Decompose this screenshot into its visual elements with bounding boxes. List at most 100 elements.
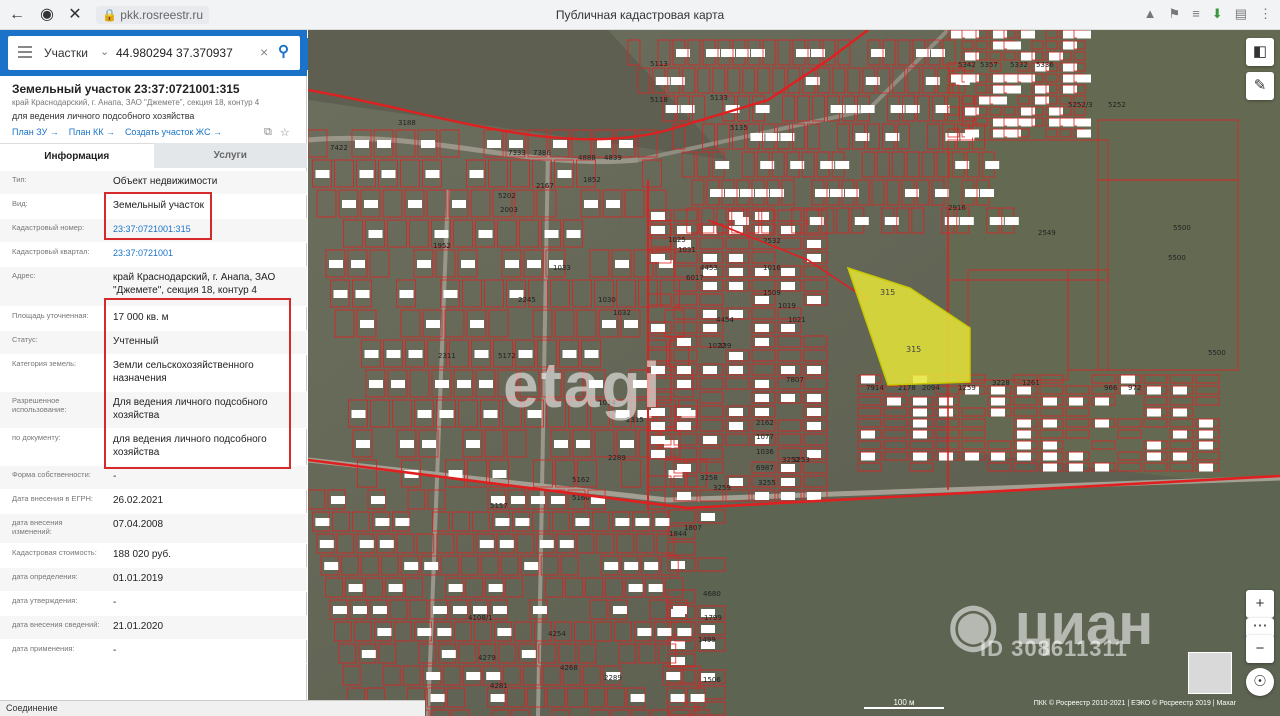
parcel-number: 2311 bbox=[438, 352, 456, 360]
menu-icon[interactable]: ≡ bbox=[1192, 6, 1200, 22]
tab-services[interactable]: Услуги bbox=[153, 143, 307, 168]
plan-kk-link[interactable]: План КК → bbox=[69, 127, 115, 137]
parcel-number-bg bbox=[486, 672, 501, 680]
parcel-number-bg bbox=[1004, 217, 1019, 225]
parcel-number-bg bbox=[887, 397, 901, 406]
chevron-down-icon[interactable]: ⌄ bbox=[100, 45, 109, 58]
parcel-number-bg bbox=[531, 496, 545, 504]
table-row: Дата внесения в ЕГРН: 26.02.2021 bbox=[0, 490, 307, 514]
create-parcel-link[interactable]: Создать участок ЖС → bbox=[125, 127, 222, 137]
parcel-number-bg bbox=[584, 200, 598, 208]
map-canvas[interactable]: 5113 5118 5133 5135 5342 5357 5332 5336 5252/3 52… bbox=[308, 30, 1280, 716]
parcel-number-bg bbox=[1173, 452, 1187, 461]
search-bar: Участки ⌄ × ⚲ bbox=[0, 30, 307, 76]
parcel-number-bg bbox=[424, 562, 439, 570]
parcel-number-bg bbox=[400, 440, 414, 448]
parcel-number-bg bbox=[474, 350, 489, 358]
search-type-select[interactable]: Участки bbox=[44, 46, 88, 60]
translate-icon[interactable]: ▲ bbox=[1144, 6, 1157, 22]
parcel-number-bg bbox=[461, 260, 475, 268]
parcel-number: 1014 bbox=[598, 399, 616, 407]
search-input[interactable] bbox=[114, 43, 264, 63]
parcel-number-bg bbox=[483, 410, 498, 418]
parcel-number-bg bbox=[351, 260, 365, 268]
parcel-number-bg bbox=[755, 105, 770, 113]
parcel-number-bg bbox=[417, 260, 431, 268]
parcel-number: 3255 bbox=[758, 479, 776, 487]
parcel-number-bg bbox=[576, 440, 590, 448]
parcel-number: 5157 bbox=[490, 502, 508, 510]
star-icon[interactable]: ☆ bbox=[280, 126, 290, 139]
hamburger-icon[interactable] bbox=[18, 46, 32, 58]
back-icon[interactable]: ← bbox=[6, 5, 28, 25]
parcel-number-bg bbox=[677, 366, 691, 374]
minimap[interactable] bbox=[1188, 652, 1232, 694]
parcel-number-bg bbox=[1063, 85, 1077, 94]
parcel-number: 1509 bbox=[763, 289, 781, 297]
parcel-number-bg bbox=[379, 540, 394, 548]
parcel-number-bg bbox=[1077, 118, 1091, 127]
info-panel: Участки ⌄ × ⚲ ‹ Земельный участок 23:37:… bbox=[0, 30, 319, 716]
parcel-number-bg bbox=[633, 380, 647, 388]
parcel-number: 7386 bbox=[533, 149, 551, 157]
parcel-number-bg bbox=[527, 410, 542, 418]
parcel-number-bg bbox=[835, 161, 850, 169]
parcel-number-bg bbox=[993, 85, 1007, 94]
parcel-number-bg bbox=[666, 672, 681, 680]
extensions-icon[interactable]: ▤ bbox=[1235, 6, 1247, 22]
layers-icon[interactable]: ◧ bbox=[1246, 38, 1274, 66]
stop-icon[interactable]: ✕ bbox=[64, 5, 86, 25]
zoom-out-button[interactable]: − bbox=[1246, 635, 1274, 663]
parcel-number-bg bbox=[355, 140, 369, 148]
object-purpose: для ведения личного подсобного хозяйства bbox=[12, 111, 195, 121]
parcel-number-bg bbox=[1199, 419, 1213, 428]
parcel-number: 1032 bbox=[613, 309, 631, 317]
parcel-number-bg bbox=[315, 170, 330, 178]
parcel-number: 1506 bbox=[703, 676, 721, 684]
forward-icon[interactable]: ◉ bbox=[36, 5, 58, 25]
copy-icon[interactable]: ⧉ bbox=[264, 126, 272, 139]
parcel-number-bg bbox=[755, 394, 769, 402]
locate-icon[interactable]: ☉ bbox=[1246, 668, 1274, 696]
cadastral-map[interactable]: 5113 5118 5133 5135 5342 5357 5332 5336 5252/3 52… bbox=[308, 30, 1280, 716]
parcel-number-bg bbox=[1007, 85, 1021, 94]
parcel-number: 4279 bbox=[478, 654, 496, 662]
highlight-box bbox=[104, 298, 291, 469]
more-icon[interactable]: ⋮ bbox=[1259, 6, 1272, 22]
parcel-number-bg bbox=[452, 200, 466, 208]
parcel-number: 972 bbox=[1128, 384, 1141, 392]
parcel-number-bg bbox=[1043, 452, 1057, 461]
clear-icon[interactable]: × bbox=[260, 44, 268, 60]
parcel-number-bg bbox=[331, 496, 345, 504]
zoom-in-button[interactable]: + bbox=[1246, 590, 1274, 618]
address-bar[interactable]: 🔒 pkk.rosreestr.ru bbox=[96, 6, 209, 24]
parcel-number: 7333 bbox=[508, 149, 526, 157]
parcel-number-bg bbox=[433, 606, 447, 614]
ruler-icon[interactable]: ✎ bbox=[1246, 72, 1274, 100]
parcel-number-bg bbox=[1095, 419, 1109, 428]
parcel-number-bg bbox=[781, 492, 795, 500]
parcel-number: 5252/3 bbox=[1068, 101, 1093, 109]
parcel-number-bg bbox=[430, 694, 445, 702]
search-icon[interactable]: ⚲ bbox=[278, 42, 296, 62]
parcel-number-bg bbox=[993, 41, 1007, 50]
parcel-number-bg bbox=[361, 650, 376, 658]
parcel-number-bg bbox=[1199, 463, 1213, 472]
parcel-number-bg bbox=[375, 518, 390, 526]
parcel-number-bg bbox=[478, 230, 493, 238]
cadastral-quarter-link[interactable]: 23:37:0721001 bbox=[113, 247, 298, 260]
parcel-number-bg bbox=[677, 338, 691, 346]
bookmark-icon[interactable]: ⚑ bbox=[1169, 6, 1181, 22]
parcel-number: 5332 bbox=[1010, 61, 1028, 69]
parcel-number-bg bbox=[1043, 419, 1057, 428]
parcel-number-bg bbox=[913, 452, 927, 461]
parcel-number-bg bbox=[991, 452, 1005, 461]
parcel-number-bg bbox=[1147, 386, 1161, 395]
parcel-number-bg bbox=[333, 290, 348, 298]
plan-zu-link[interactable]: План ЗУ → bbox=[12, 127, 59, 137]
download-icon[interactable]: ⬇ bbox=[1212, 6, 1223, 22]
parcel-number-bg bbox=[677, 408, 691, 416]
parcel-number-bg bbox=[993, 118, 1007, 127]
tab-info[interactable]: Информация bbox=[0, 143, 154, 168]
parcel-number: 2167 bbox=[536, 182, 554, 190]
